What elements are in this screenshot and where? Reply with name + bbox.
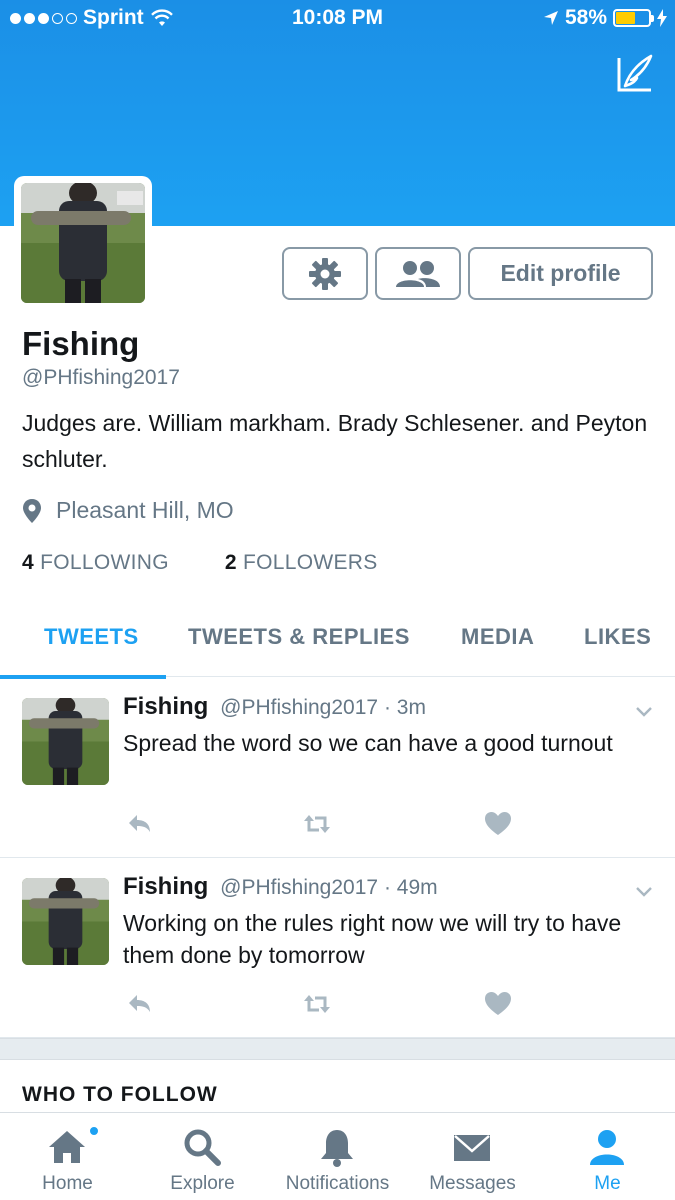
tweet-author-name[interactable]: Fishing (123, 873, 208, 900)
tabbar-explore-label: Explore (170, 1173, 235, 1194)
followers-count: 2 (224, 551, 237, 574)
status-bar: Sprint 10:08 PM 58% (0, 0, 675, 38)
bottom-tab-bar: Home Explore Notifications Messages Me (0, 1112, 675, 1200)
followers-label: FOLLOWERS (242, 551, 378, 574)
profile-location: Pleasant Hill, MO (22, 497, 234, 524)
gear-icon (309, 257, 341, 290)
tabbar-home[interactable]: Home (0, 1113, 135, 1200)
tabbar-me[interactable]: Me (540, 1113, 675, 1200)
tweet-avatar[interactable] (22, 698, 109, 785)
tab-likes[interactable]: LIKES (584, 624, 651, 650)
search-icon (184, 1129, 221, 1166)
tweet-author-handle[interactable]: @PHfishing2017 (220, 876, 378, 899)
compose-quill-icon[interactable] (615, 52, 657, 94)
follow-stats: 4 FOLLOWING 2 FOLLOWERS (22, 551, 378, 575)
person-icon (590, 1130, 624, 1165)
tweet[interactable]: Fishing @PHfishing2017 · 3m Spread the w… (0, 678, 675, 858)
tabbar-messages[interactable]: Messages (405, 1113, 540, 1200)
who-to-follow-heading: WHO TO FOLLOW (22, 1083, 218, 1106)
tweet-header: Fishing @PHfishing2017 · 49m (123, 873, 438, 901)
charging-bolt-icon (657, 9, 667, 27)
profile-handle: @PHfishing2017 (22, 366, 180, 389)
followers-link[interactable]: 2 FOLLOWERS (225, 551, 378, 575)
profile-tabs: TWEETS TWEETS & REPLIES MEDIA LIKES (0, 604, 675, 679)
tab-tweets[interactable]: TWEETS (44, 624, 139, 650)
section-divider (0, 1038, 675, 1060)
tweet-time: 3m (396, 696, 426, 719)
tweet[interactable]: Fishing @PHfishing2017 · 49m Working on … (0, 858, 675, 1038)
battery-percent: 58% (564, 6, 607, 29)
tabbar-me-label: Me (594, 1173, 621, 1194)
like-heart-icon[interactable] (484, 810, 512, 838)
profile-name: Fishing (22, 325, 140, 362)
home-icon (49, 1131, 85, 1163)
following-count: 4 (22, 551, 34, 574)
chevron-down-icon[interactable] (635, 702, 653, 720)
reply-icon[interactable] (125, 810, 153, 838)
tabbar-messages-label: Messages (429, 1173, 516, 1194)
avatar-photo (21, 183, 145, 303)
tweet-avatar[interactable] (22, 878, 109, 965)
following-link[interactable]: 4 FOLLOWING (22, 551, 169, 575)
tweet-author-name[interactable]: Fishing (123, 693, 208, 720)
profile-bio: Judges are. William markham. Brady Schle… (22, 410, 648, 472)
tweet-time: 49m (396, 876, 438, 899)
tab-media[interactable]: MEDIA (461, 624, 534, 650)
location-text: Pleasant Hill, MO (56, 497, 234, 523)
settings-button[interactable] (282, 247, 368, 300)
tabbar-notifications-label: Notifications (285, 1173, 390, 1194)
location-arrow-icon (543, 11, 558, 25)
lists-button[interactable] (375, 247, 461, 300)
tweet-separator: · (383, 876, 391, 899)
tab-tweets-replies[interactable]: TWEETS & REPLIES (188, 624, 410, 650)
tabbar-explore[interactable]: Explore (135, 1113, 270, 1200)
retweet-icon[interactable] (303, 990, 331, 1018)
tabbar-notifications[interactable]: Notifications (270, 1113, 405, 1200)
home-notification-dot (88, 1125, 100, 1137)
tabbar-home-label: Home (42, 1173, 93, 1194)
tweet-separator: · (383, 696, 391, 719)
reply-icon[interactable] (125, 990, 153, 1018)
following-label: FOLLOWING (40, 551, 169, 574)
tweet-author-handle[interactable]: @PHfishing2017 (220, 696, 378, 719)
edit-profile-button[interactable]: Edit profile (468, 247, 653, 300)
retweet-icon[interactable] (303, 810, 331, 838)
people-icon (396, 260, 440, 287)
like-heart-icon[interactable] (484, 990, 512, 1018)
tweet-text: Working on the rules right now we will t… (123, 910, 622, 968)
tweet-text: Spread the word so we can have a good tu… (123, 730, 613, 756)
battery-area: 58% (543, 6, 667, 30)
chevron-down-icon[interactable] (635, 882, 653, 900)
bell-icon (321, 1130, 353, 1167)
profile-avatar[interactable] (14, 176, 152, 310)
tweet-header: Fishing @PHfishing2017 · 3m (123, 693, 426, 721)
envelope-icon (454, 1135, 490, 1161)
location-pin-icon (23, 498, 41, 523)
battery-icon (613, 9, 654, 27)
